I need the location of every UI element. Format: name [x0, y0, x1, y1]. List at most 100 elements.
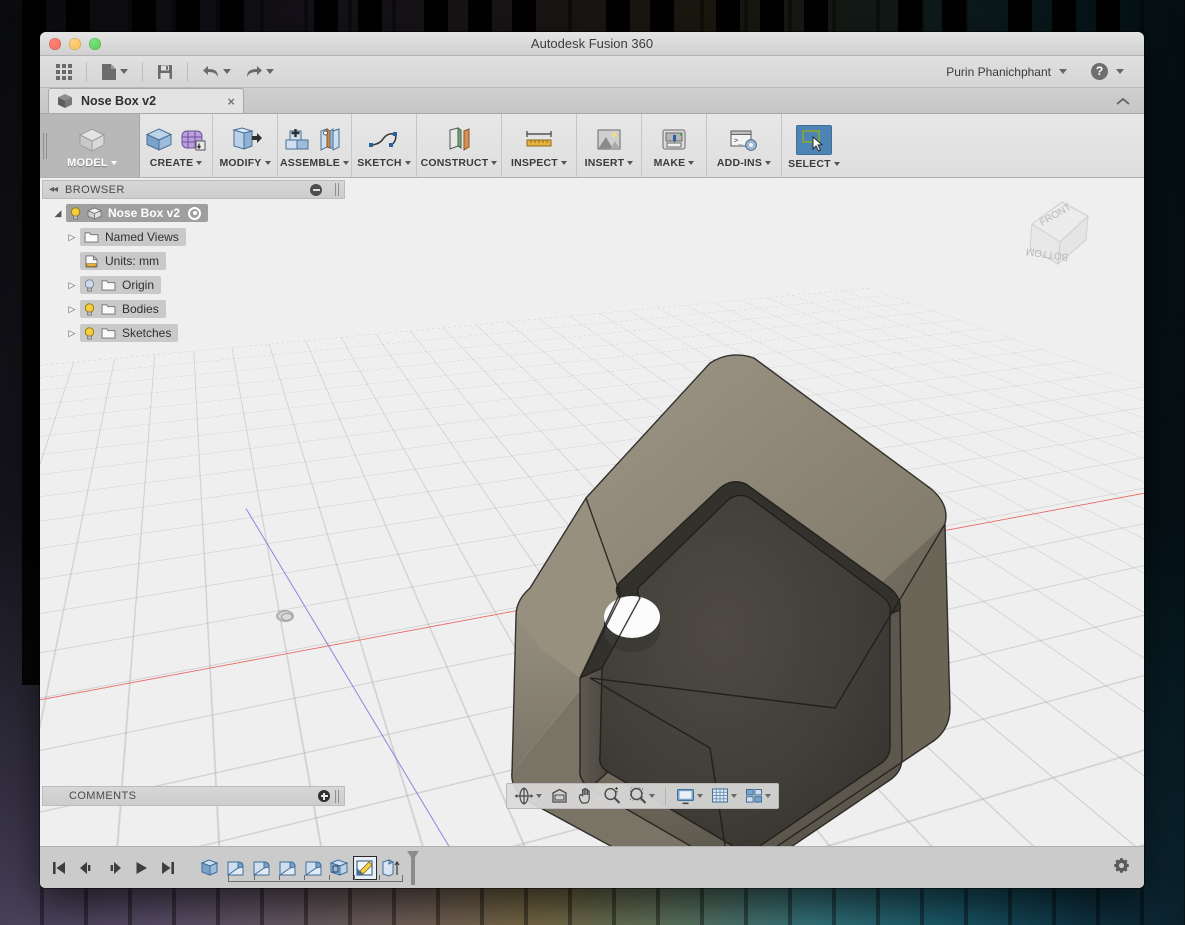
- expand-arrow-icon[interactable]: ◢: [50, 208, 66, 219]
- tree-label-named-views: Named Views: [105, 230, 179, 244]
- viewports-button[interactable]: [742, 785, 774, 807]
- tree-chip-bodies[interactable]: Bodies: [80, 300, 166, 318]
- redo-button[interactable]: [239, 59, 280, 85]
- offset-plane-icon[interactable]: [442, 126, 476, 154]
- purple-mesh-icon[interactable]: [176, 126, 210, 154]
- tree-row-origin[interactable]: ▷ Origin: [64, 276, 345, 294]
- chevron-down-icon: [560, 161, 567, 165]
- model-body-nose-box[interactable]: [290, 348, 970, 846]
- close-icon[interactable]: ×: [227, 94, 235, 109]
- script-addin-icon[interactable]: >_: [727, 126, 761, 154]
- insert-image-icon[interactable]: [592, 126, 626, 154]
- activate-component-radio[interactable]: [188, 206, 202, 220]
- light-bulb-icon[interactable]: [84, 278, 95, 292]
- joint-icon[interactable]: [314, 126, 348, 154]
- expand-arrow-icon[interactable]: ▷: [64, 328, 80, 339]
- expand-arrow-icon[interactable]: ▷: [64, 304, 80, 315]
- light-bulb-icon[interactable]: [84, 326, 95, 340]
- app-grid-button[interactable]: [50, 59, 78, 85]
- expand-arrow-icon[interactable]: ▷: [64, 232, 80, 243]
- tree-chip-sketches[interactable]: Sketches: [80, 324, 179, 342]
- sketch-menu-button[interactable]: SKETCH: [356, 114, 412, 177]
- zoom-button[interactable]: [600, 785, 624, 807]
- panel-resize-handle[interactable]: [335, 183, 340, 196]
- skip-start-icon[interactable]: [52, 861, 66, 875]
- assemble-menu-button[interactable]: ASSEMBLE: [280, 114, 349, 177]
- tree-row-units[interactable]: Units: mm: [64, 252, 345, 270]
- orbit-button[interactable]: [511, 785, 545, 807]
- grid-snaps-button[interactable]: [708, 785, 740, 807]
- fusion360-window: Autodesk Fusion 360 Purin Phanichphant ?…: [40, 32, 1144, 888]
- pan-button[interactable]: [574, 785, 598, 807]
- add-comment-icon[interactable]: [318, 790, 330, 802]
- svg-text:>_: >_: [734, 137, 743, 145]
- timeline-settings-button[interactable]: [1113, 857, 1144, 879]
- addins-menu-button[interactable]: >_ ADD-INS: [711, 114, 777, 177]
- workspace-model-button[interactable]: MODEL: [50, 122, 134, 169]
- select-menu-button[interactable]: SELECT: [786, 114, 842, 177]
- make-label: MAKE: [653, 157, 686, 169]
- look-at-button[interactable]: [547, 785, 572, 807]
- tree-row-root[interactable]: ◢ Nose Box v2: [50, 204, 345, 222]
- make-menu-button[interactable]: MAKE: [646, 114, 702, 177]
- fit-button[interactable]: [626, 785, 658, 807]
- light-bulb-icon[interactable]: [84, 302, 95, 316]
- chevron-down-icon: [649, 794, 655, 798]
- minimize-panel-icon[interactable]: [310, 183, 322, 196]
- tree-chip-named-views[interactable]: Named Views: [80, 228, 186, 246]
- collapse-panel-icon[interactable]: ◂◂: [49, 184, 58, 195]
- help-menu-button[interactable]: ?: [1085, 59, 1130, 85]
- undo-button[interactable]: [196, 59, 237, 85]
- display-monitor-icon: [677, 788, 694, 804]
- blue-cube-icon[interactable]: [142, 126, 176, 154]
- view-cube[interactable]: FRONT BOTTOM: [1012, 188, 1108, 274]
- window-controls[interactable]: [49, 38, 101, 50]
- modify-label-row: MODIFY: [219, 157, 271, 169]
- modify-menu-button[interactable]: MODIFY: [217, 114, 273, 177]
- comments-panel[interactable]: COMMENTS: [42, 786, 345, 806]
- step-back-icon[interactable]: [79, 861, 94, 875]
- minimize-window-button[interactable]: [69, 38, 81, 50]
- select-window-cursor-icon[interactable]: [795, 125, 832, 155]
- step-forward-icon[interactable]: [107, 861, 122, 875]
- create-menu-button[interactable]: CREATE: [142, 114, 210, 177]
- spline-icon[interactable]: [367, 126, 401, 154]
- 3d-canvas[interactable]: FRONT BOTTOM ◂◂ BROWSER ◢ Nose Box v2 ▷ …: [40, 178, 1144, 846]
- tree-chip-origin[interactable]: Origin: [80, 276, 162, 294]
- workspace-label-row: MODEL: [67, 157, 117, 169]
- new-file-button[interactable]: [95, 59, 134, 85]
- close-window-button[interactable]: [49, 38, 61, 50]
- display-settings-button[interactable]: [673, 785, 706, 807]
- chevron-down-icon: [264, 161, 271, 165]
- tree-label-bodies: Bodies: [122, 302, 159, 316]
- ribbon-grip[interactable]: [40, 114, 50, 177]
- press-pull-icon[interactable]: [228, 126, 262, 154]
- collapse-ribbon-button[interactable]: [1116, 94, 1144, 113]
- document-tab-nose-box-v2[interactable]: Nose Box v2 ×: [48, 88, 244, 113]
- construct-menu-button[interactable]: CONSTRUCT: [421, 114, 498, 177]
- user-account-menu[interactable]: Purin Phanichphant: [940, 59, 1073, 85]
- light-bulb-icon[interactable]: [70, 206, 81, 220]
- tree-chip-root[interactable]: Nose Box v2: [66, 204, 209, 222]
- tree-row-bodies[interactable]: ▷ Bodies: [64, 300, 345, 318]
- save-button[interactable]: [151, 59, 179, 85]
- play-icon[interactable]: [135, 861, 148, 875]
- 3d-print-icon[interactable]: [657, 126, 691, 154]
- tree-chip-units[interactable]: Units: mm: [80, 252, 166, 270]
- ribbon-group-create: CREATE: [140, 114, 213, 177]
- expand-arrow-icon[interactable]: ▷: [64, 280, 80, 291]
- timeline-feature-box[interactable]: [197, 856, 221, 880]
- redo-arrow-icon: [247, 65, 262, 77]
- timeline-end-marker[interactable]: [407, 851, 419, 885]
- new-component-icon[interactable]: [280, 126, 314, 154]
- panel-resize-handle[interactable]: [335, 789, 340, 803]
- skip-end-icon[interactable]: [161, 861, 175, 875]
- workspace-selector[interactable]: MODEL: [40, 114, 140, 177]
- tree-row-sketches[interactable]: ▷ Sketches: [64, 324, 345, 342]
- insert-menu-button[interactable]: INSERT: [581, 114, 637, 177]
- zoom-window-button[interactable]: [89, 38, 101, 50]
- measure-ruler-icon[interactable]: [522, 126, 556, 154]
- undo-arrow-icon: [203, 65, 218, 77]
- tree-row-named-views[interactable]: ▷ Named Views: [64, 228, 345, 246]
- inspect-menu-button[interactable]: INSPECT: [506, 114, 572, 177]
